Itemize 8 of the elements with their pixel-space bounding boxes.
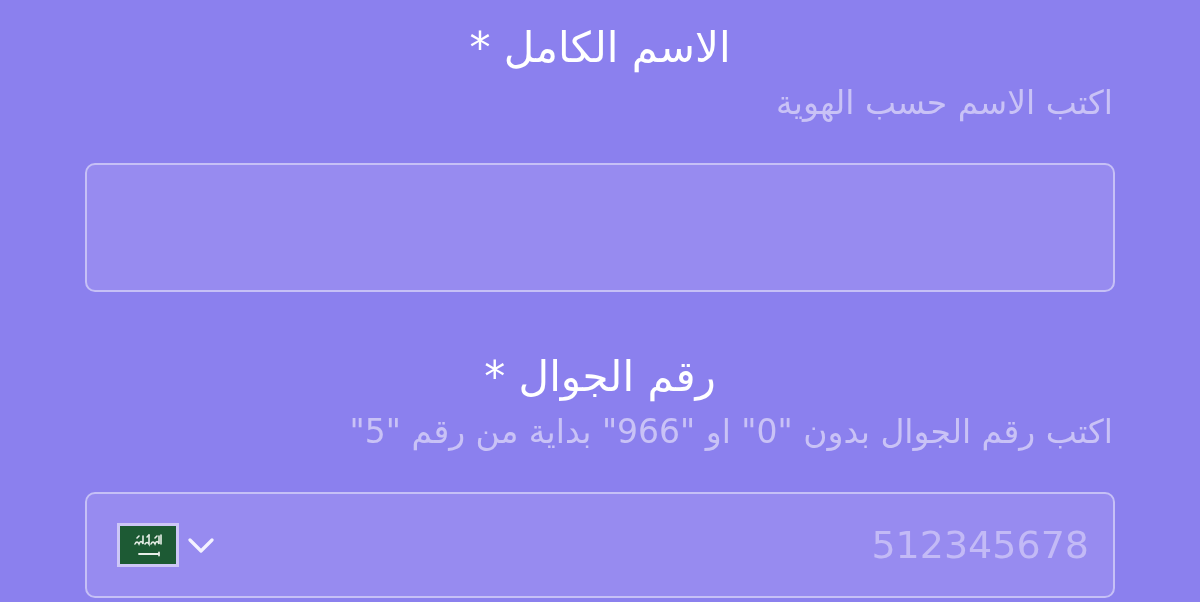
flag-icon bbox=[117, 523, 179, 567]
name-input-field[interactable] bbox=[85, 163, 1115, 292]
caret-icon bbox=[188, 538, 214, 554]
field-hint: اكتب رقم الجوال بدون "0" او "966" بداية من رقم "5" bbox=[349, 411, 1113, 453]
country-select-button[interactable] bbox=[117, 523, 214, 567]
field-label: الاسم الكامل * bbox=[469, 22, 731, 75]
field-hint: اكتب الاسم حسب الهوية bbox=[776, 82, 1113, 124]
field-label: رقم الجوال * bbox=[484, 351, 716, 404]
